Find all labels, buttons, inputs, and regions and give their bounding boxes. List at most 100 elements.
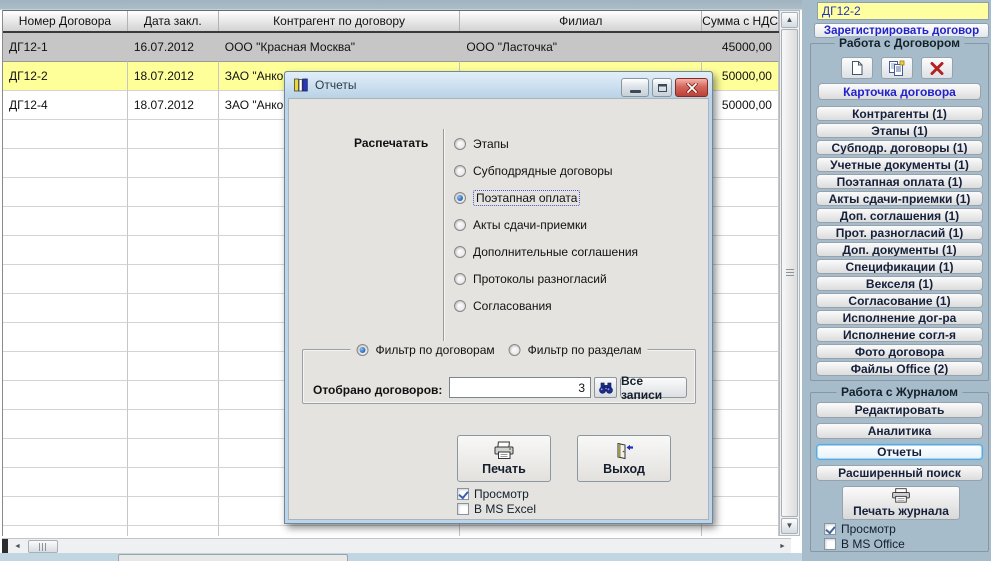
- copy-contract-button[interactable]: [880, 57, 913, 79]
- contract-section-button[interactable]: Учетные документы (1): [816, 157, 983, 172]
- contract-number-cell: ДГ12-4: [3, 91, 128, 120]
- report-option[interactable]: Субподрядные договоры: [454, 164, 638, 178]
- column-header-label: Номер Договора: [18, 14, 112, 28]
- delete-contract-button[interactable]: [920, 57, 953, 79]
- column-header[interactable]: Сумма с НДС: [702, 11, 779, 31]
- current-contract-field[interactable]: ДГ12-2: [817, 2, 989, 20]
- date-cell: 18.07.2012: [127, 91, 219, 120]
- contract-section-button[interactable]: Доп. документы (1): [816, 242, 983, 257]
- all-records-button[interactable]: Все записи: [620, 374, 687, 402]
- sidebar: ДГ12-2 Зарегистрировать договор Работа с…: [802, 0, 991, 561]
- dialog-body: Распечатать Этапы Субподрядные договоры: [288, 98, 709, 520]
- checkbox-label: В MS Office: [841, 537, 905, 551]
- scroll-left-button[interactable]: ◄: [9, 540, 26, 553]
- column-header[interactable]: Филиал: [460, 11, 703, 31]
- contract-section-button[interactable]: Акты сдачи-приемки (1): [816, 191, 983, 206]
- radio-icon: [454, 300, 466, 312]
- vertical-scrollbar-thumb[interactable]: [781, 29, 798, 517]
- close-button[interactable]: [675, 78, 708, 97]
- column-header[interactable]: Контрагент по договору: [219, 11, 461, 31]
- contract-section-button[interactable]: Векселя (1): [816, 276, 983, 291]
- contract-number-cell: ДГ12-2: [3, 62, 128, 91]
- scroll-up-icon: ▲: [785, 15, 794, 24]
- journal-action-button[interactable]: Расширенный поиск: [816, 465, 983, 481]
- radio-icon: [454, 219, 466, 231]
- column-header[interactable]: Номер Договора: [3, 11, 128, 31]
- exit-door-icon: [617, 442, 633, 459]
- contract-section-button[interactable]: Субподр. договоры (1): [816, 140, 983, 155]
- column-header[interactable]: Дата закл.: [128, 11, 219, 31]
- journal-output-checkbox[interactable]: Просмотр: [824, 522, 896, 536]
- checkbox-label: Просмотр: [841, 522, 896, 536]
- new-contract-button[interactable]: [840, 57, 873, 79]
- report-option-label: Дополнительные соглашения: [473, 245, 639, 259]
- contract-section-button[interactable]: Согласование (1): [816, 293, 983, 308]
- filter-option[interactable]: Фильтр по разделам: [508, 343, 641, 357]
- sum-cell: 50000,00: [702, 91, 779, 120]
- contract-actions-row: [802, 57, 991, 79]
- contract-card-button[interactable]: Карточка договора: [818, 83, 981, 100]
- selected-count-input[interactable]: [449, 377, 591, 398]
- contract-section-button[interactable]: Исполнение дог-ра: [816, 310, 983, 325]
- scroll-right-button[interactable]: ►: [774, 540, 791, 553]
- journal-output-checkbox[interactable]: В MS Office: [824, 537, 905, 551]
- journal-group-title: Работа с Журналом: [836, 385, 963, 399]
- contract-section-button[interactable]: Поэтапная оплата (1): [816, 174, 983, 189]
- output-checkbox[interactable]: В MS Excel: [457, 502, 536, 516]
- report-option[interactable]: Поэтапная оплата: [454, 190, 638, 206]
- report-option[interactable]: Протоколы разногласий: [454, 272, 638, 286]
- print-section-label: Распечатать: [354, 136, 429, 150]
- contract-section-button[interactable]: Контрагенты (1): [816, 106, 983, 121]
- search-button[interactable]: [594, 377, 617, 398]
- radio-icon: [454, 192, 466, 204]
- date-cell: 16.07.2012: [127, 33, 219, 62]
- horizontal-scrollbar-thumb[interactable]: [28, 540, 58, 553]
- filter-option[interactable]: Фильтр по договорам: [356, 343, 495, 357]
- scroll-up-button[interactable]: ▲: [781, 12, 798, 28]
- maximize-icon: [657, 83, 667, 92]
- maximize-button[interactable]: [652, 78, 672, 97]
- contract-section-button[interactable]: Прот. разногласий (1): [816, 225, 983, 240]
- table-row[interactable]: ДГ12-1 16.07.2012 ООО "Красная Москва" О…: [3, 33, 779, 62]
- journal-action-button[interactable]: Редактировать: [816, 402, 983, 418]
- printer-icon: [494, 441, 514, 459]
- report-option[interactable]: Дополнительные соглашения: [454, 245, 638, 259]
- checkbox-icon: [824, 523, 836, 535]
- journal-action-button[interactable]: Отчеты: [816, 444, 983, 460]
- report-option[interactable]: Этапы: [454, 137, 638, 151]
- contract-section-button[interactable]: Доп. соглашения (1): [816, 208, 983, 223]
- printer-icon: [892, 488, 910, 503]
- exit-button-label: Выход: [603, 461, 645, 476]
- report-option[interactable]: Акты сдачи-приемки: [454, 218, 638, 232]
- filter-groupbox: Фильтр по договорам Фильтр по разделам О…: [302, 343, 696, 404]
- report-option[interactable]: Согласования: [454, 299, 638, 313]
- exit-button[interactable]: Выход: [577, 435, 671, 482]
- checkbox-label: В MS Excel: [474, 502, 537, 516]
- dialog-titlebar[interactable]: Отчеты: [285, 72, 712, 98]
- grid-splitter-handle[interactable]: [2, 539, 8, 554]
- print-journal-button[interactable]: Печать журнала: [842, 486, 960, 520]
- contract-number-cell: ДГ12-1: [3, 33, 128, 62]
- journal-action-button[interactable]: Аналитика: [816, 423, 983, 439]
- reports-dialog: Отчеты Распечатать Этапы Субподрядные до…: [284, 71, 713, 524]
- contract-section-button[interactable]: Исполнение согл-я: [816, 327, 983, 342]
- table-header: Номер Договора Дата закл. Контрагент по …: [3, 10, 779, 33]
- contract-section-button[interactable]: Этапы (1): [816, 123, 983, 138]
- app-window: Номер Договора Дата закл. Контрагент по …: [0, 0, 991, 561]
- radio-icon: [508, 344, 521, 356]
- date-cell: 18.07.2012: [127, 62, 219, 91]
- delete-x-icon: [930, 61, 943, 75]
- copy-icon: [889, 60, 905, 76]
- scroll-down-button[interactable]: ▼: [781, 518, 798, 534]
- output-checkbox[interactable]: Просмотр: [457, 487, 529, 501]
- contract-section-button[interactable]: Спецификации (1): [816, 259, 983, 274]
- minimize-button[interactable]: [621, 78, 649, 97]
- print-button[interactable]: Печать: [457, 435, 551, 482]
- contract-section-button[interactable]: Фото договора: [816, 344, 983, 359]
- minimize-icon: [629, 89, 641, 93]
- filter-option-label: Фильтр по договорам: [375, 343, 495, 357]
- contract-section-button[interactable]: Файлы Office (2): [816, 361, 983, 376]
- checkbox-icon: [457, 488, 469, 500]
- top-toolbar-strip: [0, 0, 802, 10]
- close-icon: [685, 82, 698, 93]
